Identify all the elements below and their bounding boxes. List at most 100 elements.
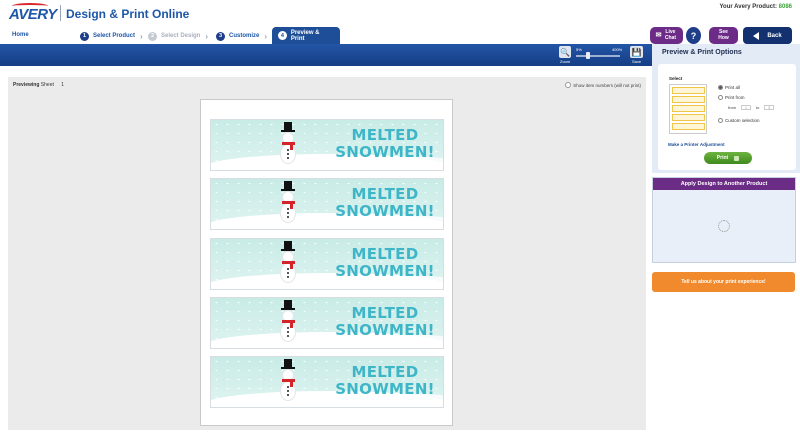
print-all-label: Print all bbox=[725, 85, 741, 90]
home-link[interactable]: Home bbox=[12, 32, 29, 38]
select-label: Select bbox=[669, 76, 683, 81]
label-selector-cell[interactable] bbox=[672, 123, 705, 130]
label-line-2: SNOWMEN! bbox=[335, 321, 435, 339]
zoom-icon[interactable]: 🔍 bbox=[559, 46, 571, 58]
header: AVERY Design & Print Online Your Avery P… bbox=[0, 0, 800, 27]
step-label: Customize bbox=[229, 33, 260, 39]
label-line-2: SNOWMEN! bbox=[335, 262, 435, 280]
print-from-label: Print from bbox=[725, 95, 745, 100]
label-line-1: MELTED bbox=[351, 245, 419, 263]
snowman-icon bbox=[279, 359, 297, 403]
arrow-left-icon bbox=[753, 31, 760, 40]
chevron-right-icon: › bbox=[264, 31, 268, 41]
snowman-icon bbox=[279, 241, 297, 285]
label-line-2: SNOWMEN! bbox=[335, 143, 435, 161]
step-select-product[interactable]: 1 Select Product › bbox=[80, 29, 143, 43]
step-customize[interactable]: 3 Customize › bbox=[216, 29, 267, 43]
from-input[interactable]: 1 bbox=[741, 105, 751, 110]
label-text: MELTED SNOWMEN! bbox=[331, 186, 439, 220]
your-product-info: Your Avery Product: 8086 bbox=[720, 4, 793, 10]
previewing-label: Previewing bbox=[13, 82, 40, 88]
label-text: MELTED SNOWMEN! bbox=[331, 127, 439, 161]
label-line-1: MELTED bbox=[351, 304, 419, 322]
step-label: Select Design bbox=[161, 33, 201, 39]
chat-bubble-icon: ✉ bbox=[655, 31, 662, 39]
label-selector-grid[interactable] bbox=[669, 84, 707, 134]
from-label: from bbox=[728, 105, 736, 110]
app-window: AVERY Design & Print Online Your Avery P… bbox=[0, 0, 800, 448]
sheet-number: 1 bbox=[61, 82, 65, 88]
live-chat-label: Live Chat bbox=[664, 29, 676, 41]
step-number: 1 bbox=[80, 31, 89, 41]
zoom-min-label: 5% bbox=[576, 47, 582, 52]
your-product-label: Your Avery Product: bbox=[719, 4, 777, 10]
previewing-info: Previewing Sheet 1 bbox=[13, 82, 64, 88]
label-selector-cell[interactable] bbox=[672, 96, 705, 103]
show-item-numbers-toggle[interactable]: Show item numbers (will not print) bbox=[565, 82, 641, 88]
print-range-row: from 1 to 5 bbox=[728, 105, 779, 110]
snowman-icon bbox=[279, 300, 297, 344]
print-options-body: Select Print all Print from from 1 to 5 bbox=[658, 64, 796, 170]
label-item: MELTED SNOWMEN! bbox=[210, 297, 444, 349]
save-label: Save bbox=[632, 59, 642, 64]
label-item: MELTED SNOWMEN! bbox=[210, 119, 444, 171]
brand-name: AVERY bbox=[9, 6, 57, 23]
label-item: MELTED SNOWMEN! bbox=[210, 238, 444, 290]
printer-icon bbox=[734, 155, 740, 161]
print-options-panel: Preview & Print Options Select Print all… bbox=[652, 44, 800, 173]
custom-selection-radio[interactable] bbox=[718, 118, 723, 123]
label-line-1: MELTED bbox=[351, 185, 419, 203]
product-id: 8086 bbox=[778, 4, 792, 10]
print-all-option[interactable]: Print all bbox=[718, 85, 740, 90]
loading-spinner-icon bbox=[718, 220, 730, 232]
header-divider bbox=[60, 5, 61, 21]
back-label: Back bbox=[767, 32, 782, 39]
chevron-right-icon: › bbox=[205, 31, 209, 41]
preview-area: Previewing Sheet 1 Show item numbers (wi… bbox=[8, 77, 646, 430]
printer-adjustment-link[interactable]: Make a Printer Adjustment bbox=[668, 142, 725, 147]
toolbar: 🔍 Zoom 5% 400% 💾 Save bbox=[0, 44, 652, 66]
label-selector-cell[interactable] bbox=[672, 87, 705, 94]
label-item: MELTED SNOWMEN! bbox=[210, 178, 444, 230]
back-button[interactable]: Back bbox=[743, 27, 792, 44]
see-how-button[interactable]: See How bbox=[709, 27, 738, 44]
custom-selection-option[interactable]: Custom selection bbox=[718, 118, 760, 123]
label-line-2: SNOWMEN! bbox=[335, 380, 435, 398]
chevron-right-icon: › bbox=[140, 31, 143, 41]
apply-design-title[interactable]: Apply Design to Another Product bbox=[653, 178, 795, 190]
zoom-slider-handle[interactable] bbox=[586, 52, 590, 59]
help-button[interactable]: ? bbox=[686, 27, 701, 44]
label-selector-cell[interactable] bbox=[672, 114, 705, 121]
step-number: 2 bbox=[148, 31, 157, 41]
custom-selection-label: Custom selection bbox=[725, 118, 760, 123]
label-text: MELTED SNOWMEN! bbox=[331, 305, 439, 339]
show-item-numbers-checkbox[interactable] bbox=[565, 82, 572, 88]
to-input[interactable]: 5 bbox=[764, 105, 775, 110]
sheet-label: Sheet bbox=[40, 82, 54, 88]
step-number: 4 bbox=[278, 31, 287, 40]
label-sheet: MELTED SNOWMEN! MELTED SNOWMEN! MELTED SNOWME… bbox=[200, 99, 453, 426]
step-select-design: 2 Select Design › bbox=[148, 29, 208, 43]
print-button-label: Print bbox=[716, 155, 729, 161]
label-item: MELTED SNOWMEN! bbox=[210, 356, 444, 408]
print-from-radio[interactable] bbox=[718, 95, 723, 100]
print-button[interactable]: Print bbox=[704, 152, 752, 164]
print-all-radio[interactable] bbox=[718, 85, 723, 90]
live-chat-button[interactable]: ✉ Live Chat bbox=[650, 27, 683, 44]
see-how-label: See How bbox=[718, 29, 729, 41]
avery-logo[interactable]: AVERY bbox=[9, 3, 57, 25]
zoom-slider[interactable] bbox=[576, 55, 620, 57]
label-line-1: MELTED bbox=[351, 126, 419, 144]
print-from-option[interactable]: Print from bbox=[718, 95, 745, 100]
snowman-icon bbox=[279, 181, 297, 225]
label-text: MELTED SNOWMEN! bbox=[331, 364, 439, 398]
step-preview-print[interactable]: 4 Preview & Print bbox=[272, 27, 340, 44]
zoom-max-label: 400% bbox=[612, 47, 623, 52]
label-selector-cell[interactable] bbox=[672, 105, 705, 112]
print-options-title: Preview & Print Options bbox=[662, 49, 742, 56]
label-line-1: MELTED bbox=[351, 363, 419, 381]
save-icon[interactable]: 💾 bbox=[630, 46, 643, 58]
step-label: Preview & Print bbox=[290, 29, 320, 42]
feedback-button[interactable]: Tell us about your print experience! bbox=[652, 272, 795, 292]
show-item-numbers-label: Show item numbers (will not print) bbox=[573, 82, 641, 88]
